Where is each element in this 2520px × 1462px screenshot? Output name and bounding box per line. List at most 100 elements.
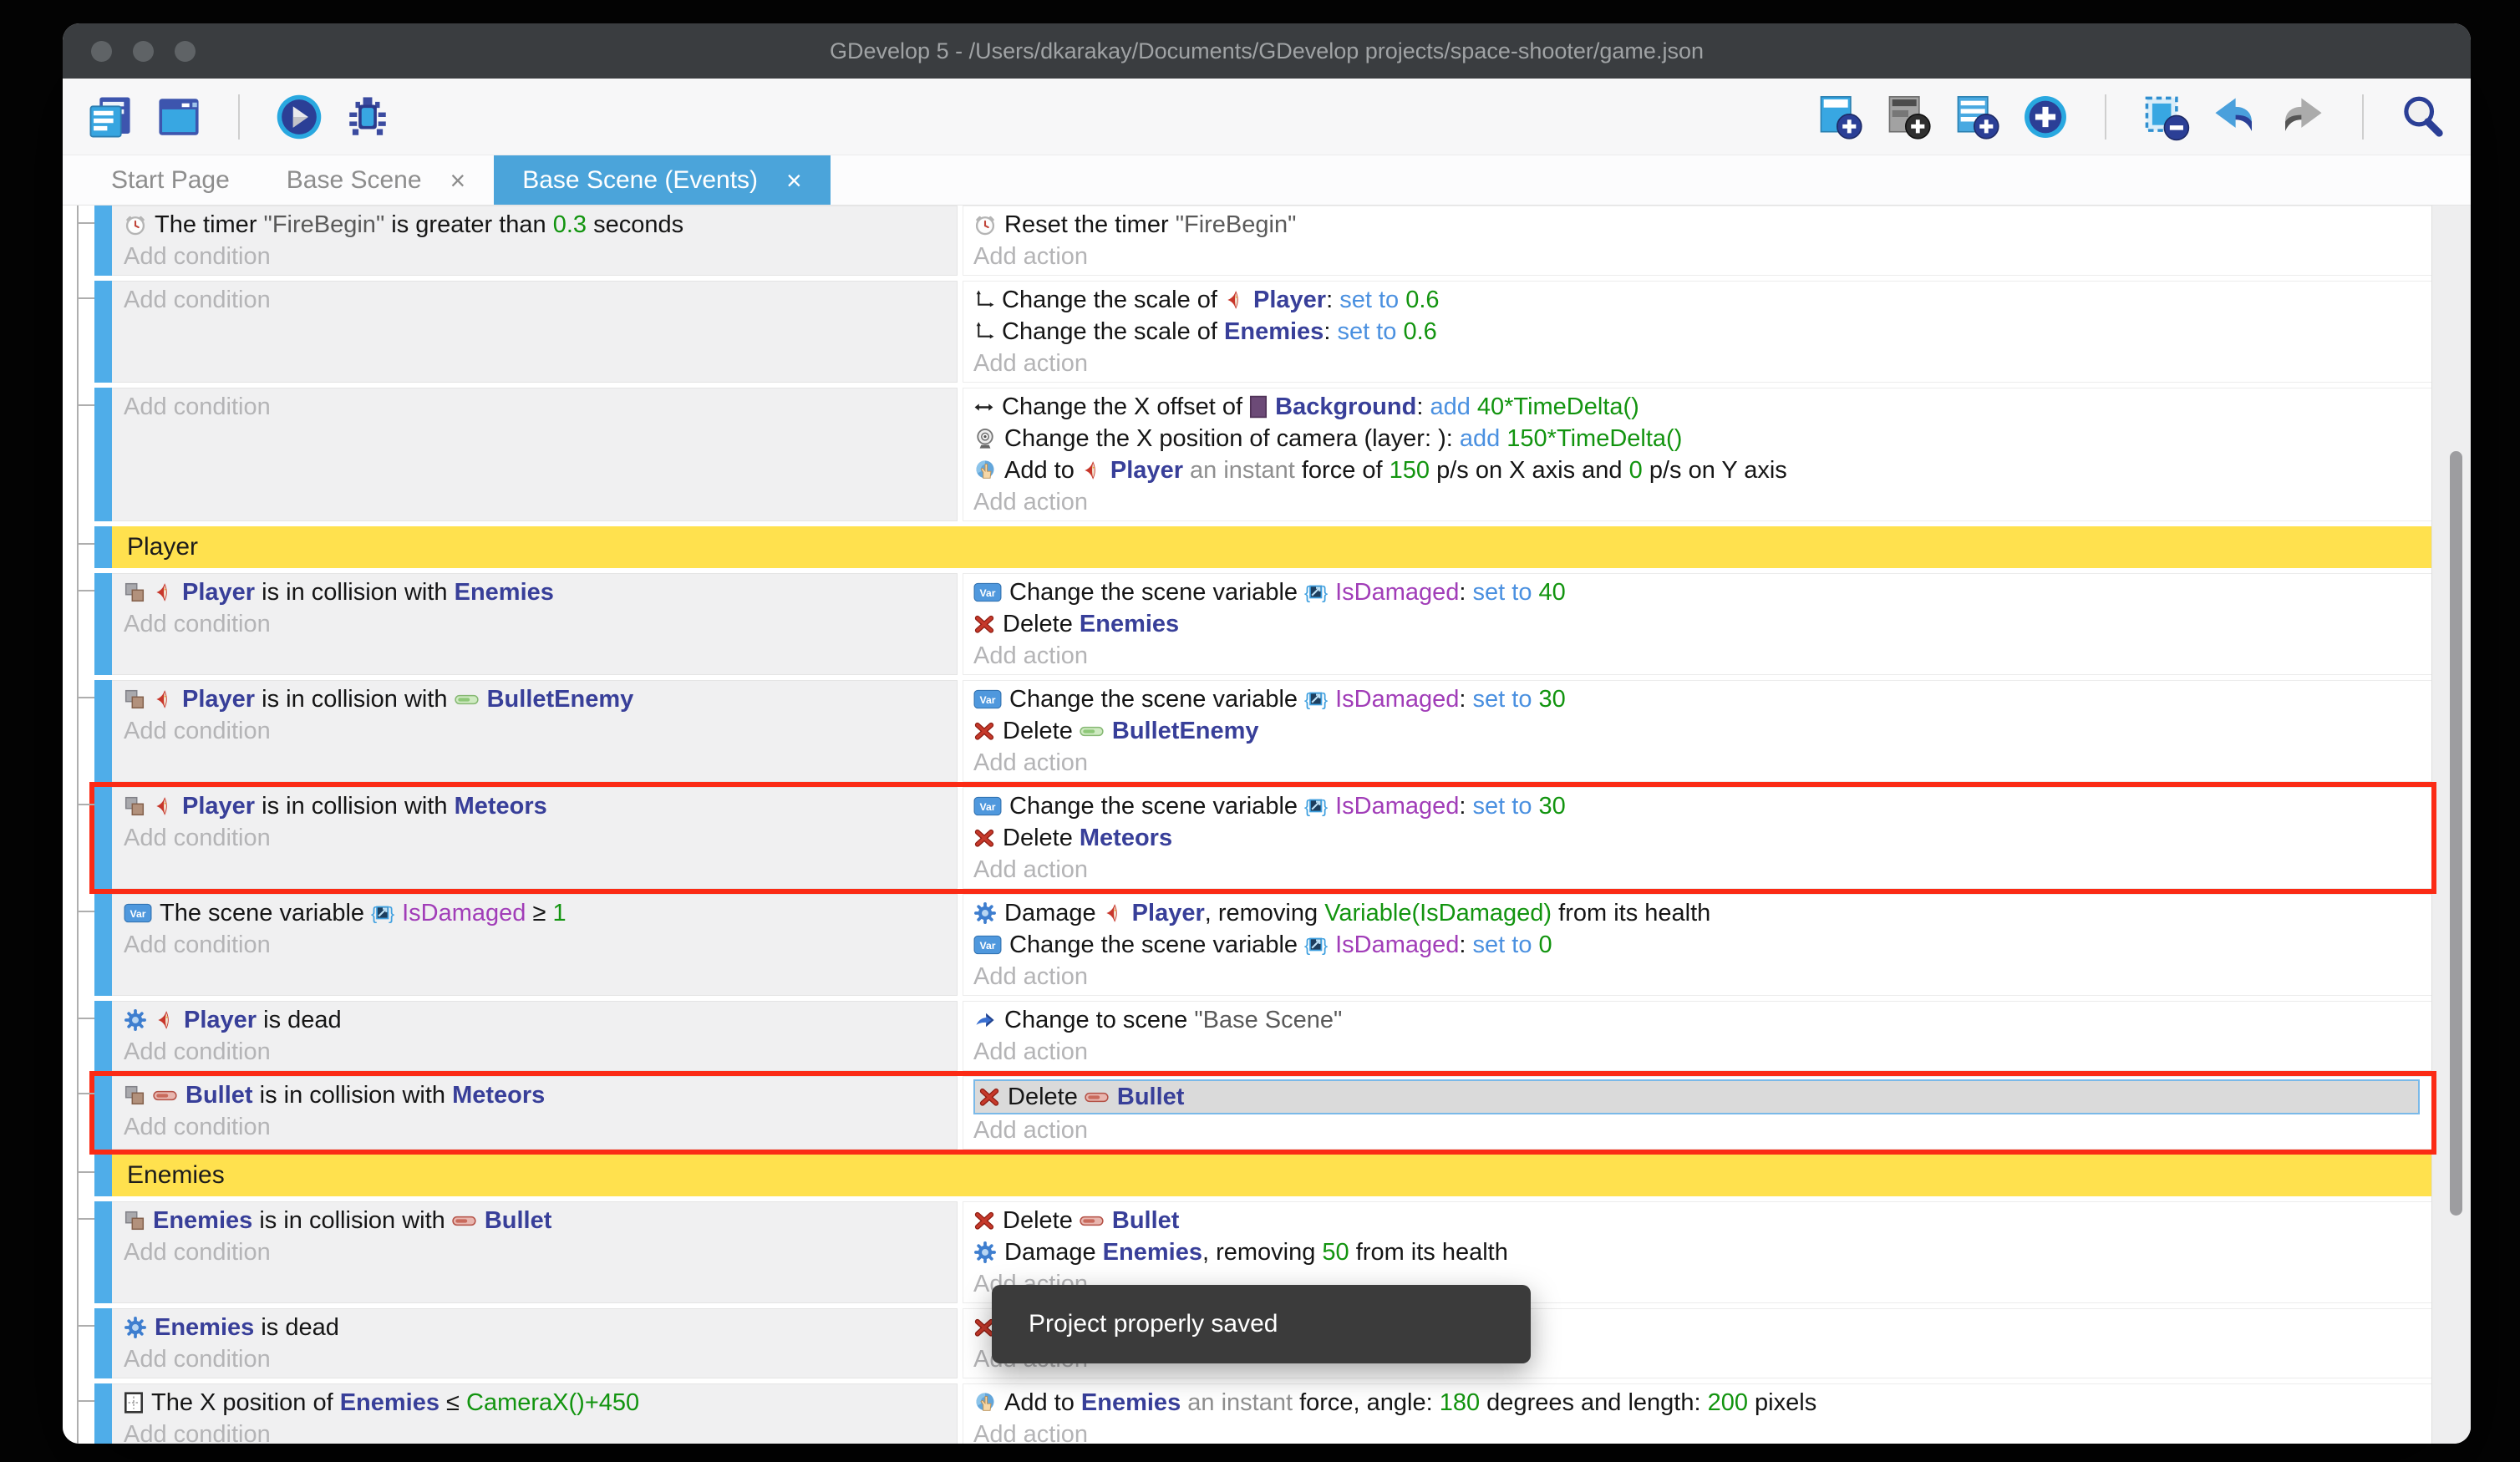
add-action-link[interactable]: Add action — [973, 747, 2431, 779]
event-selection-strip[interactable] — [94, 573, 112, 675]
action-line[interactable]: Change to scene "Base Scene" — [973, 1004, 2431, 1036]
scrollbar-thumb[interactable] — [2450, 451, 2462, 1216]
add-condition-link[interactable]: Add condition — [124, 391, 957, 423]
action-line[interactable]: Change the X position of camera (layer: … — [973, 423, 2431, 454]
add-condition-link[interactable]: Add condition — [124, 1236, 957, 1268]
add-action-link[interactable]: Add action — [973, 348, 2431, 379]
action-line[interactable]: Damage Enemies, removing 50 from its hea… — [973, 1236, 2431, 1268]
add-condition-link[interactable]: Add condition — [124, 608, 957, 640]
action-line[interactable]: Reset the timer "FireBegin" — [973, 209, 2431, 241]
event-selection-strip[interactable] — [94, 894, 112, 996]
text-segment: Enemies — [153, 1207, 252, 1235]
group-header[interactable]: Player — [94, 526, 2431, 568]
add-condition-link[interactable]: Add condition — [124, 715, 957, 747]
action-line[interactable]: Add to Enemies an instant force, angle: … — [973, 1387, 2431, 1419]
action-line[interactable]: Delete Bullet — [973, 1079, 2420, 1114]
event-selection-strip[interactable] — [94, 1383, 112, 1444]
event-selection-strip[interactable] — [94, 206, 112, 276]
condition-line[interactable]: The X position of Enemies ≤ CameraX()+45… — [124, 1387, 957, 1419]
action-line[interactable]: Add to Player an instant force of 150 p/… — [973, 454, 2431, 486]
add-comment-icon[interactable] — [1953, 93, 2001, 141]
text-segment: Player — [1132, 900, 1205, 927]
add-action-link[interactable]: Add action — [973, 1419, 2431, 1444]
event-selection-strip[interactable] — [94, 1001, 112, 1071]
add-action-link[interactable]: Add action — [973, 640, 2431, 672]
action-line[interactable]: Damage Player, removing Variable(IsDamag… — [973, 897, 2431, 929]
add-action-link[interactable]: Add action — [973, 486, 2431, 518]
add-circle-icon[interactable] — [2021, 93, 2070, 141]
tab-start-page[interactable]: Start Page — [83, 155, 258, 205]
delete-selection-icon[interactable] — [2141, 93, 2190, 141]
action-line[interactable]: Change the X offset of Background: add 4… — [973, 391, 2431, 423]
zoom-window-button[interactable] — [175, 41, 196, 62]
add-action-link[interactable]: Add action — [973, 961, 2431, 992]
condition-line[interactable]: Player is dead — [124, 1004, 957, 1036]
group-header-bar[interactable]: Player — [112, 526, 2431, 568]
event-selection-strip[interactable] — [94, 680, 112, 782]
action-line[interactable]: Delete Enemies — [973, 608, 2431, 640]
event-selection-strip[interactable] — [94, 526, 112, 568]
action-line[interactable]: Delete Meteors — [973, 822, 2431, 854]
action-line[interactable]: Change the scale of Player: set to 0.6 — [973, 284, 2431, 316]
action-line[interactable]: VarChange the scene variable {}IsDamaged… — [973, 683, 2431, 715]
play-preview-icon[interactable] — [275, 93, 323, 141]
tab-close-icon[interactable]: × — [786, 167, 802, 194]
undo-icon[interactable] — [2210, 93, 2258, 141]
add-condition-link[interactable]: Add condition — [124, 822, 957, 854]
add-action-link[interactable]: Add action — [973, 1114, 2431, 1146]
group-header[interactable]: Enemies — [94, 1155, 2431, 1196]
toolbar-divider — [2105, 94, 2106, 140]
text-segment: IsDamaged — [1335, 793, 1459, 820]
project-manager-icon[interactable] — [86, 93, 135, 141]
event-selection-strip[interactable] — [94, 281, 112, 383]
minimize-window-button[interactable] — [133, 41, 154, 62]
add-action-link[interactable]: Add action — [973, 854, 2431, 886]
event-selection-strip[interactable] — [94, 1308, 112, 1378]
ship-icon — [153, 795, 175, 817]
add-condition-link[interactable]: Add condition — [124, 1419, 957, 1444]
action-line[interactable]: VarChange the scene variable {}IsDamaged… — [973, 790, 2431, 822]
text-segment: an instant — [1183, 457, 1302, 485]
event-selection-strip[interactable] — [94, 388, 112, 521]
event-row: The X position of Enemies ≤ CameraX()+45… — [94, 1383, 2431, 1444]
actions-cell: Change the scale of Player: set to 0.6Ch… — [963, 281, 2431, 383]
add-condition-link[interactable]: Add condition — [124, 1343, 957, 1375]
tab-base-scene[interactable]: Base Scene× — [258, 155, 494, 205]
add-condition-link[interactable]: Add condition — [124, 241, 957, 272]
add-condition-link[interactable]: Add condition — [124, 1111, 957, 1143]
tab-close-icon[interactable]: × — [450, 167, 466, 194]
add-event-icon[interactable] — [1816, 93, 1864, 141]
condition-line[interactable]: Enemies is dead — [124, 1312, 957, 1343]
scene-editor-icon[interactable] — [155, 93, 203, 141]
add-condition-link[interactable]: Add condition — [124, 284, 957, 316]
text-segment: , removing — [1202, 1239, 1322, 1267]
vertical-scrollbar[interactable] — [2431, 206, 2471, 1444]
add-action-link[interactable]: Add action — [973, 241, 2431, 272]
add-subevent-icon[interactable] — [1884, 93, 1933, 141]
group-header-bar[interactable]: Enemies — [112, 1155, 2431, 1196]
add-action-link[interactable]: Add action — [973, 1036, 2431, 1068]
event-selection-strip[interactable] — [94, 1076, 112, 1150]
action-line[interactable]: VarChange the scene variable {}IsDamaged… — [973, 929, 2431, 961]
condition-line[interactable]: VarThe scene variable {}IsDamaged ≥ 1 — [124, 897, 957, 929]
condition-line[interactable]: Player is in collision with BulletEnemy — [124, 683, 957, 715]
event-selection-strip[interactable] — [94, 1201, 112, 1303]
condition-line[interactable]: Player is in collision with Meteors — [124, 790, 957, 822]
action-line[interactable]: Delete Bullet — [973, 1205, 2431, 1236]
action-line[interactable]: Change the scale of Enemies: set to 0.6 — [973, 316, 2431, 348]
event-selection-strip[interactable] — [94, 787, 112, 889]
search-icon[interactable] — [2399, 93, 2447, 141]
action-line[interactable]: Delete BulletEnemy — [973, 715, 2431, 747]
debug-icon[interactable] — [343, 93, 392, 141]
close-window-button[interactable] — [91, 41, 112, 62]
condition-line[interactable]: Bullet is in collision with Meteors — [124, 1079, 957, 1111]
action-line[interactable]: VarChange the scene variable {}IsDamaged… — [973, 576, 2431, 608]
condition-line[interactable]: Player is in collision with Enemies — [124, 576, 957, 608]
redo-icon[interactable] — [2279, 93, 2327, 141]
add-condition-link[interactable]: Add condition — [124, 929, 957, 961]
condition-line[interactable]: The timer "FireBegin" is greater than 0.… — [124, 209, 957, 241]
condition-line[interactable]: Enemies is in collision with Bullet — [124, 1205, 957, 1236]
add-condition-link[interactable]: Add condition — [124, 1036, 957, 1068]
tab-base-scene-events-[interactable]: Base Scene (Events)× — [494, 155, 831, 205]
event-selection-strip[interactable] — [94, 1155, 112, 1196]
